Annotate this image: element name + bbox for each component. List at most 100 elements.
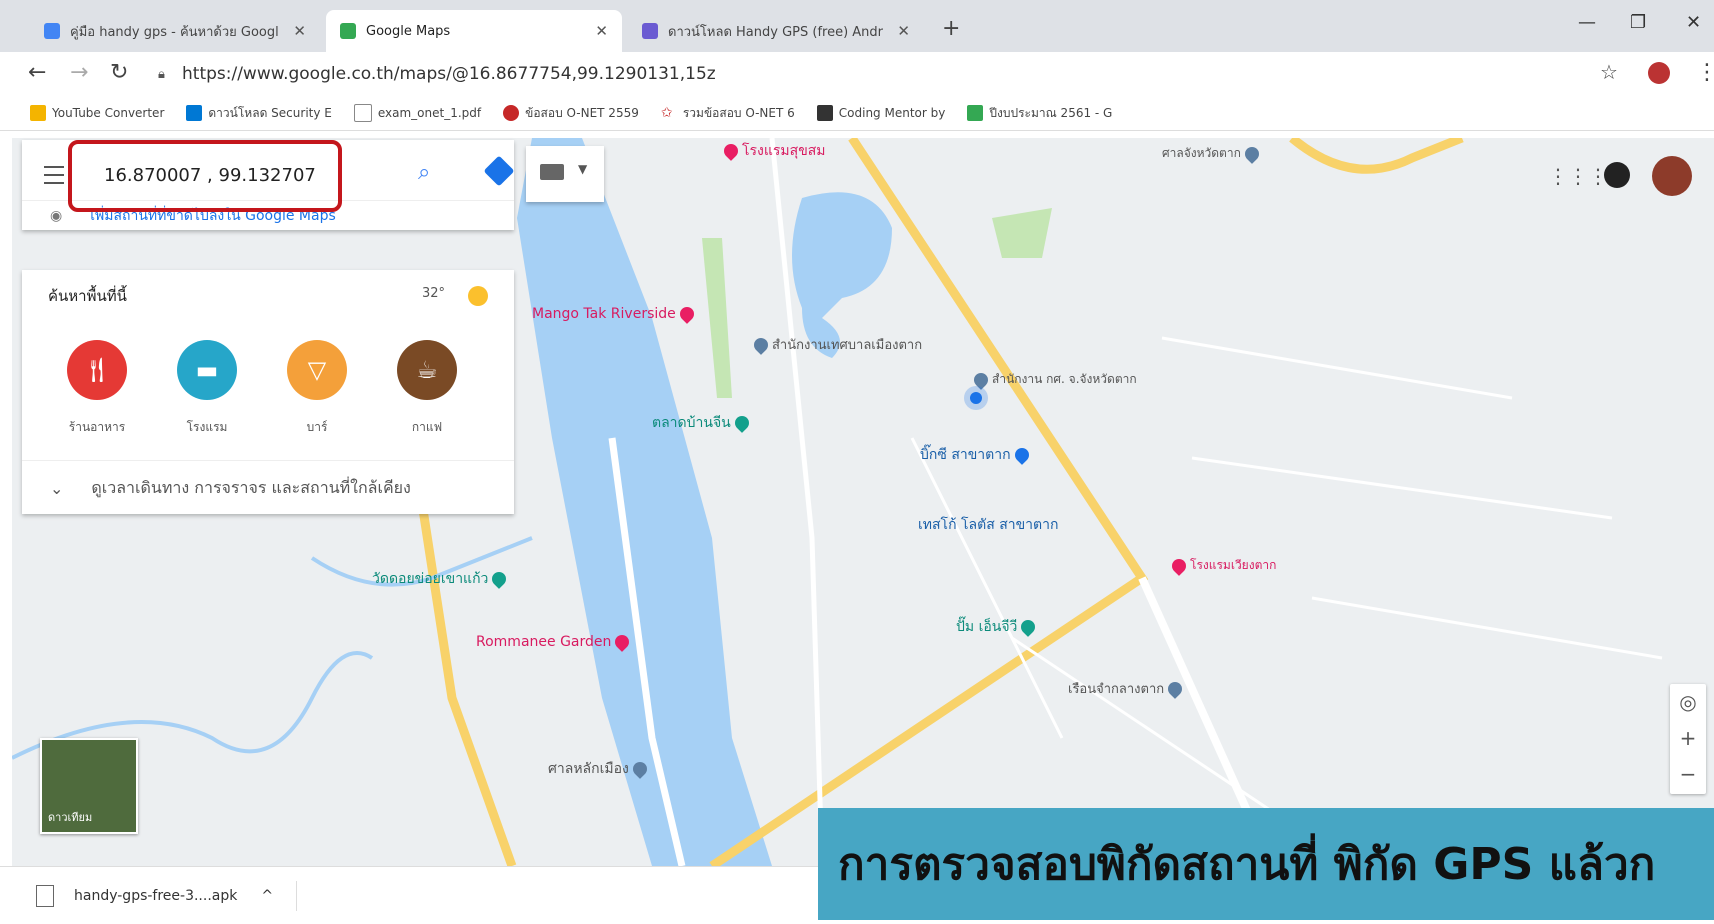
park — [992, 208, 1052, 258]
forward-icon[interactable]: → — [70, 60, 88, 85]
explore-panel: ค้นหาพื้นที่นี้ 32° 🍴︎ ร้านอาหาร ▬ โรงแร… — [22, 270, 514, 514]
poi-label[interactable]: ตลาดบ้านจีน — [652, 412, 752, 434]
close-icon[interactable]: ✕ — [897, 22, 910, 40]
zoom-in-button[interactable]: + — [1670, 720, 1706, 756]
file-icon — [36, 885, 54, 907]
poi-label[interactable]: ศาลหลักเมือง — [548, 758, 650, 780]
bar-icon: ▽ — [287, 340, 347, 400]
pin-icon — [731, 413, 752, 433]
close-window-button[interactable]: ✕ — [1686, 12, 1701, 33]
menu-icon[interactable] — [44, 166, 64, 184]
category-coffee[interactable]: ☕︎ กาแฟ — [372, 340, 482, 437]
bookmark-item[interactable]: ข้อสอบ O-NET 2559 — [503, 104, 639, 123]
poi-label[interactable]: Rommanee Garden — [476, 632, 633, 652]
pin-icon — [489, 569, 510, 589]
poi-label[interactable]: ปั๊ม เอ็นจีวี — [956, 616, 1039, 638]
profile-icon[interactable] — [1648, 62, 1670, 84]
apps-grid-icon[interactable]: ⋮⋮⋮ — [1548, 164, 1608, 188]
poi-label[interactable]: เรือนจำกลางตาก — [1068, 678, 1186, 699]
new-tab-button[interactable]: + — [942, 16, 960, 41]
tab-strip: คู่มือ handy gps - ค้นหาด้วย Googl ✕ Goo… — [0, 0, 1714, 52]
park — [702, 238, 732, 398]
pin-icon — [1011, 445, 1032, 465]
poi-label[interactable]: สำนักงาน กศ. จ.จังหวัดตาก — [971, 369, 1137, 390]
poi-label[interactable]: สำนักงานเทศบาลเมืองตาก — [751, 334, 922, 355]
more-icon[interactable]: ⋮ — [1696, 60, 1714, 85]
pin-icon — [971, 369, 991, 390]
input-tools-button[interactable]: ▼ — [526, 146, 604, 202]
pin-icon — [751, 334, 771, 355]
bookmark-item[interactable]: exam_onet_1.pdf — [353, 104, 481, 122]
poi-label[interactable]: เทสโก้ โลตัส สาขาตาก — [918, 514, 1058, 536]
download-item[interactable]: handy-gps-free-3....apk ^ — [36, 881, 297, 911]
close-icon[interactable]: ✕ — [293, 22, 306, 40]
coffee-icon: ☕︎ — [397, 340, 457, 400]
lock-icon: 🔒︎ — [158, 67, 165, 82]
url-field[interactable]: 🔒︎ https://www.google.co.th/maps/@16.867… — [158, 59, 1598, 89]
caption-text: การตรวจสอบพิกัดสถานที่ พิกัด GPS แล้วก — [838, 839, 1656, 890]
tab-search[interactable]: คู่มือ handy gps - ค้นหาด้วย Googl ✕ — [30, 10, 320, 52]
poi-label[interactable]: ศาลจังหวัดตาก — [1162, 143, 1262, 164]
star-icon: ✩ — [660, 105, 673, 121]
category-bar[interactable]: ▽ บาร์ — [262, 340, 372, 437]
pin-icon — [612, 632, 633, 652]
pin-icon — [1018, 617, 1039, 637]
bookmark-item[interactable]: ดาวน์โหลด Security E — [186, 104, 332, 123]
poi-label[interactable]: บิ๊กซี สาขาตาก — [920, 444, 1032, 466]
reload-icon[interactable]: ↻ — [110, 60, 128, 85]
satellite-toggle[interactable]: ดาวเทียม — [40, 738, 138, 834]
bookmark-item[interactable]: ✩ รวมข้อสอบ O-NET 6 — [661, 104, 795, 123]
windows-icon — [186, 105, 203, 121]
tab-title: คู่มือ handy gps - ค้นหาด้วย Googl — [70, 24, 279, 40]
my-location-button[interactable]: ◎ — [1670, 684, 1706, 720]
search-highlight-box — [68, 140, 342, 212]
google-icon — [44, 23, 60, 39]
minor-roads — [910, 336, 1663, 840]
restaurant-icon: 🍴︎ — [67, 340, 127, 400]
m-icon — [642, 23, 658, 39]
poi-label[interactable]: Mango Tak Riverside — [532, 304, 697, 324]
keyboard-icon — [540, 164, 564, 180]
page-icon — [353, 104, 372, 122]
directions-icon[interactable] — [483, 155, 515, 187]
pin-icon — [629, 759, 650, 779]
drive-icon — [967, 105, 984, 121]
poi-label[interactable]: โรงแรมเวียงตาก — [1169, 555, 1276, 576]
location-dot — [970, 392, 982, 404]
pin-icon — [676, 304, 697, 324]
chevron-up-icon[interactable]: ^ — [261, 888, 273, 904]
bookmark-item[interactable]: ปีงบประมาณ 2561 - G — [967, 104, 1112, 123]
avatar[interactable] — [1652, 156, 1692, 196]
chevron-down-icon: ▼ — [578, 162, 588, 176]
temperature: 32° — [422, 286, 446, 301]
poi-label[interactable]: วัดดอยข่อยเขาแก้ว — [372, 568, 510, 590]
minimize-button[interactable]: — — [1578, 12, 1596, 33]
category-hotel[interactable]: ▬ โรงแรม — [152, 340, 262, 437]
tab-title: Google Maps — [366, 23, 451, 39]
chevron-down-icon: ⌄ — [50, 478, 64, 498]
category-restaurant[interactable]: 🍴︎ ร้านอาหาร — [42, 340, 152, 437]
bookmark-item[interactable]: YouTube Converter — [30, 105, 164, 121]
explore-title: ค้นหาพื้นที่นี้ — [48, 287, 127, 305]
poi-label[interactable]: โรงแรมสุขสม — [721, 140, 826, 162]
pin-icon — [721, 141, 741, 161]
address-bar: ← → ↻ 🔒︎ https://www.google.co.th/maps/@… — [0, 52, 1714, 96]
star-icon[interactable]: ☆ — [1600, 60, 1618, 84]
site-icon — [816, 105, 833, 121]
bookmark-item[interactable]: Coding Mentor by — [816, 105, 945, 121]
close-icon[interactable]: ✕ — [595, 22, 608, 40]
zoom-out-button[interactable]: − — [1670, 756, 1706, 792]
restore-button[interactable]: ❐ — [1630, 12, 1646, 33]
site-icon — [503, 105, 520, 121]
zoom-controls: ◎ + − — [1670, 684, 1706, 794]
tab-google-maps[interactable]: Google Maps ✕ — [326, 10, 622, 52]
back-icon[interactable]: ← — [28, 60, 46, 85]
pin-icon — [1241, 143, 1262, 164]
river — [517, 138, 772, 866]
maps-icon — [340, 23, 356, 39]
explore-nearby-toggle[interactable]: ⌄ ดูเวลาเดินทาง การจราจร และสถานที่ใกล้เ… — [22, 460, 514, 515]
notifications-icon[interactable] — [1604, 162, 1630, 188]
search-icon[interactable]: ⌕ — [418, 160, 430, 185]
tab-handy-gps[interactable]: ดาวน์โหลด Handy GPS (free) Andr ✕ — [628, 10, 924, 52]
folder-icon — [30, 105, 46, 121]
